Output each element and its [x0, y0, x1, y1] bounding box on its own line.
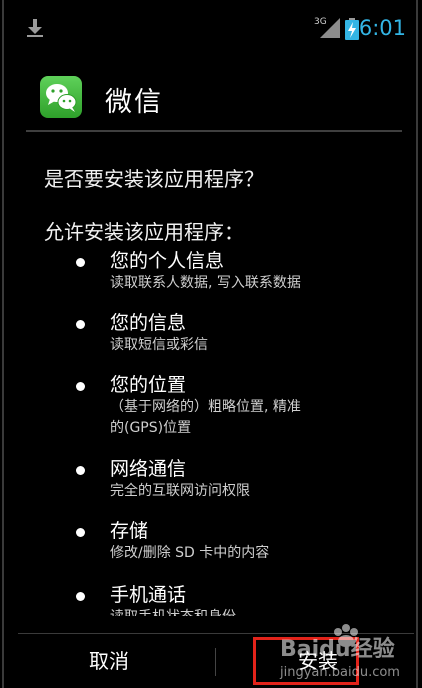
install-question: 是否要安装该应用程序？	[44, 167, 264, 191]
signal-icon: 3G	[314, 17, 340, 38]
permission-title: 您的信息	[110, 312, 187, 334]
app-header: 微信	[4, 68, 416, 130]
permission-desc: 读取短信或彩信	[110, 337, 208, 353]
bullet-icon	[76, 382, 85, 391]
app-name: 微信	[105, 87, 163, 118]
wechat-logo-icon	[40, 76, 82, 118]
download-icon	[27, 19, 43, 37]
bullet-icon	[76, 592, 85, 601]
status-bar: 3G 6:01	[4, 0, 416, 60]
permission-desc: 读取联系人数据, 写入联系数据	[110, 275, 301, 291]
header-divider	[26, 130, 402, 132]
cancel-button[interactable]: 取消	[4, 634, 214, 688]
permissions-heading: 允许安装该应用程序：	[44, 220, 244, 244]
status-time: 6:01	[358, 16, 406, 40]
permission-title: 手机通话	[110, 584, 187, 606]
permission-title: 您的个人信息	[110, 250, 225, 272]
install-dialog: 3G 6:01 微信 是否要安装该应用程序？ 允许安装该应用程序： 您的个人信息…	[2, 0, 418, 688]
permissions-list[interactable]: 您的个人信息 读取联系人数据, 写入联系数据 您的信息 读取短信或彩信 您的位置…	[4, 244, 416, 616]
permission-desc: 读取手机状态和身份	[110, 607, 380, 616]
network-type-label: 3G	[314, 17, 327, 27]
bullet-icon	[76, 258, 85, 267]
permission-desc: 修改/删除 SD 卡中的内容	[110, 545, 270, 561]
bullet-icon	[76, 320, 85, 329]
bullet-icon	[76, 528, 85, 537]
permission-title: 存储	[110, 520, 149, 542]
permission-title: 网络通信	[110, 458, 187, 480]
permission-desc: 完全的互联网访问权限	[110, 483, 250, 499]
bullet-icon	[76, 466, 85, 475]
permission-desc: （基于网络的）粗略位置, 精准 的(GPS)位置	[110, 399, 301, 436]
install-highlight-box	[253, 637, 359, 685]
battery-charging-icon	[345, 18, 359, 40]
permission-title: 您的位置	[110, 374, 187, 396]
